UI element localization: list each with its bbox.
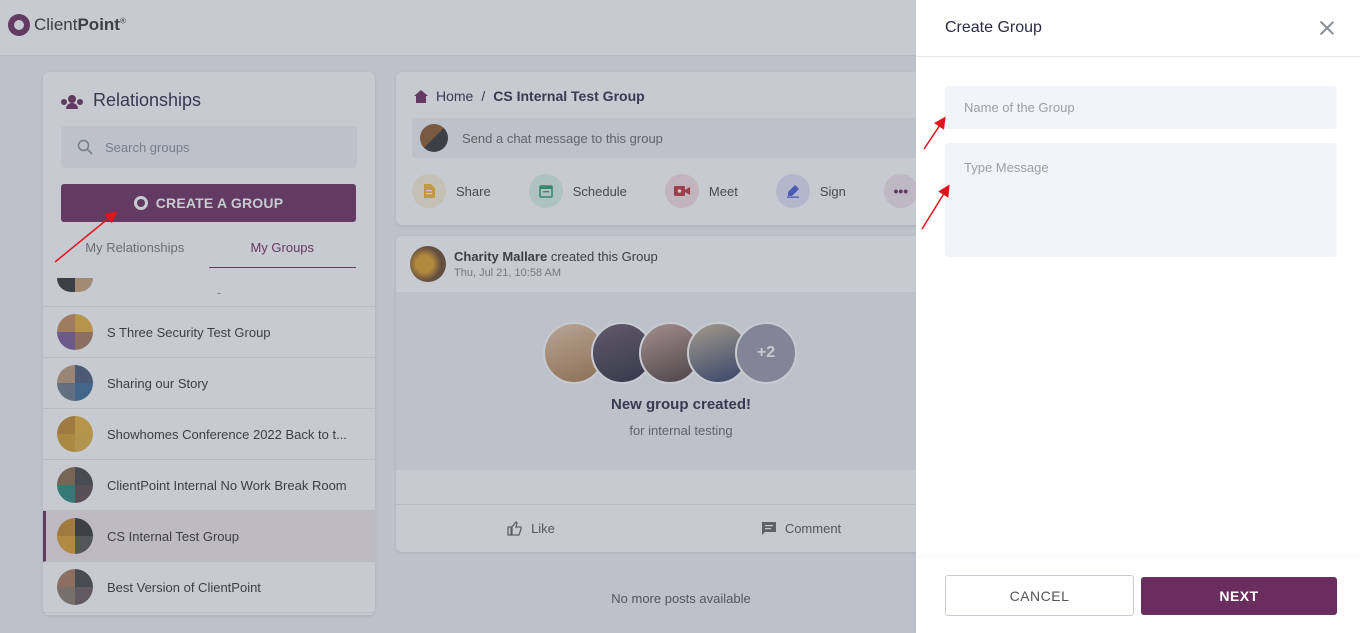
message-textarea[interactable] — [945, 143, 1337, 257]
drawer-header: Create Group — [916, 0, 1360, 57]
drawer-title: Create Group — [945, 19, 1042, 36]
cancel-button[interactable]: CANCEL — [945, 575, 1134, 616]
next-button[interactable]: NEXT — [1141, 577, 1337, 615]
group-name-input[interactable] — [945, 86, 1337, 129]
drawer-footer: CANCEL NEXT — [916, 558, 1360, 633]
close-icon[interactable] — [1316, 17, 1338, 39]
create-group-drawer: Create Group CANCEL NEXT — [916, 0, 1360, 633]
